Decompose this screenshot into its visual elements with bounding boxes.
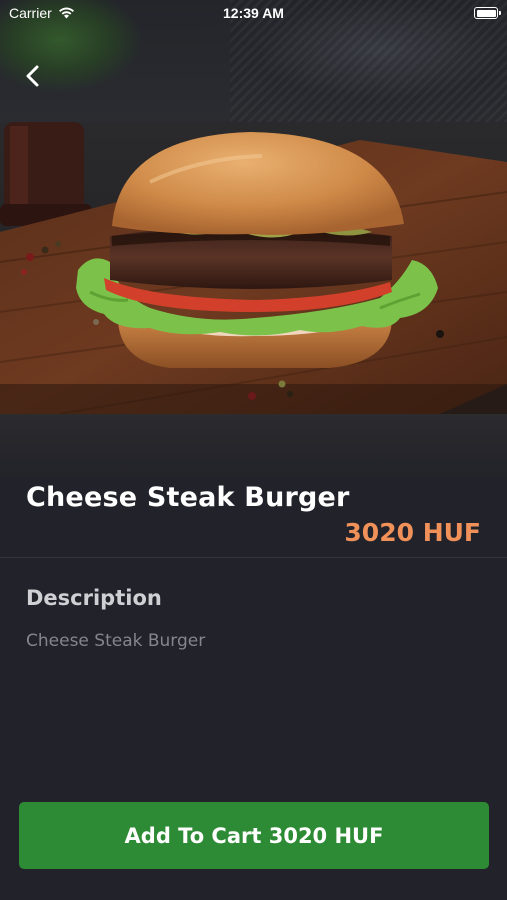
divider — [0, 557, 507, 558]
image-fade — [0, 414, 507, 484]
product-image — [0, 122, 507, 414]
product-price: 3020 HUF — [344, 518, 481, 547]
burger-illustration — [0, 122, 507, 414]
clock: 12:39 AM — [223, 5, 284, 21]
add-to-cart-button[interactable]: Add To Cart 3020 HUF — [19, 802, 489, 869]
product-detail-screen: Carrier 12:39 AM Cheese Steak Burger 302… — [0, 0, 507, 900]
battery-icon — [474, 7, 501, 19]
battery-fill — [476, 9, 496, 17]
back-button[interactable] — [18, 60, 50, 92]
chevron-left-icon — [26, 65, 39, 87]
status-bar: Carrier 12:39 AM — [0, 0, 507, 28]
product-title: Cheese Steak Burger — [26, 482, 350, 513]
battery-cap — [499, 11, 501, 15]
description-text: Cheese Steak Burger — [26, 631, 206, 651]
add-to-cart-label: Add To Cart 3020 HUF — [124, 823, 384, 848]
description-heading: Description — [26, 586, 162, 610]
